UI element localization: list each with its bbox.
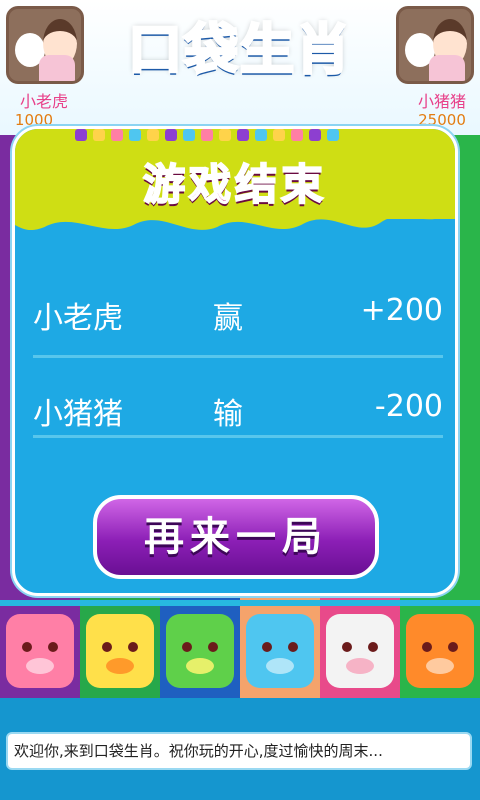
play-again-button[interactable]: 再来一局 — [93, 495, 379, 579]
player-avatar-left[interactable] — [6, 6, 84, 84]
pig-icon[interactable] — [6, 614, 74, 688]
result-row: 小老虎 赢 +200 — [33, 279, 443, 349]
player-name-left: 小老虎 — [19, 92, 68, 111]
result-outcome: 赢 — [213, 301, 243, 336]
animal-cell — [160, 606, 240, 698]
animal-cell — [0, 606, 80, 698]
result-player-name: 小老虎 — [33, 301, 123, 336]
candy-decoration — [75, 129, 385, 147]
marquee-message: 欢迎你,来到口袋生肖。祝你玩的开心,度过愉快的周末... — [6, 732, 472, 770]
tiger-icon[interactable] — [406, 614, 474, 688]
player-name-right: 小猪猪 — [417, 92, 466, 111]
animal-cell — [80, 606, 160, 698]
logo-char: 口 — [127, 16, 184, 82]
game-over-dialog: 游戏结束 小老虎 赢 +200 小猪猪 输 -200 再来一局 — [12, 126, 458, 596]
result-outcome: 输 — [213, 397, 243, 432]
animal-cell — [320, 606, 400, 698]
player-avatar-right[interactable] — [396, 6, 474, 84]
row-divider — [33, 355, 443, 358]
dog-icon[interactable] — [246, 614, 314, 688]
animal-tile-bar — [0, 606, 480, 698]
dragon-icon[interactable] — [166, 614, 234, 688]
logo-char: 袋 — [183, 16, 240, 82]
result-score-change: +200 — [360, 293, 443, 328]
result-score-change: -200 — [374, 389, 443, 424]
dress-shape — [39, 55, 75, 81]
row-divider — [33, 435, 443, 438]
result-player-name: 小猪猪 — [33, 397, 123, 432]
dialog-title: 游戏结束 — [142, 159, 327, 210]
animal-cell — [240, 606, 320, 698]
chick-icon[interactable] — [86, 614, 154, 688]
cow-icon[interactable] — [326, 614, 394, 688]
game-logo: 口 袋 生 肖 — [110, 6, 370, 82]
dress-shape — [429, 55, 465, 81]
top-bar: 小老虎 1000 口 袋 生 肖 小猪猪 25000 — [0, 0, 480, 135]
logo-char: 肖 — [295, 16, 352, 82]
logo-char: 生 — [239, 16, 296, 82]
animal-cell — [400, 606, 480, 698]
